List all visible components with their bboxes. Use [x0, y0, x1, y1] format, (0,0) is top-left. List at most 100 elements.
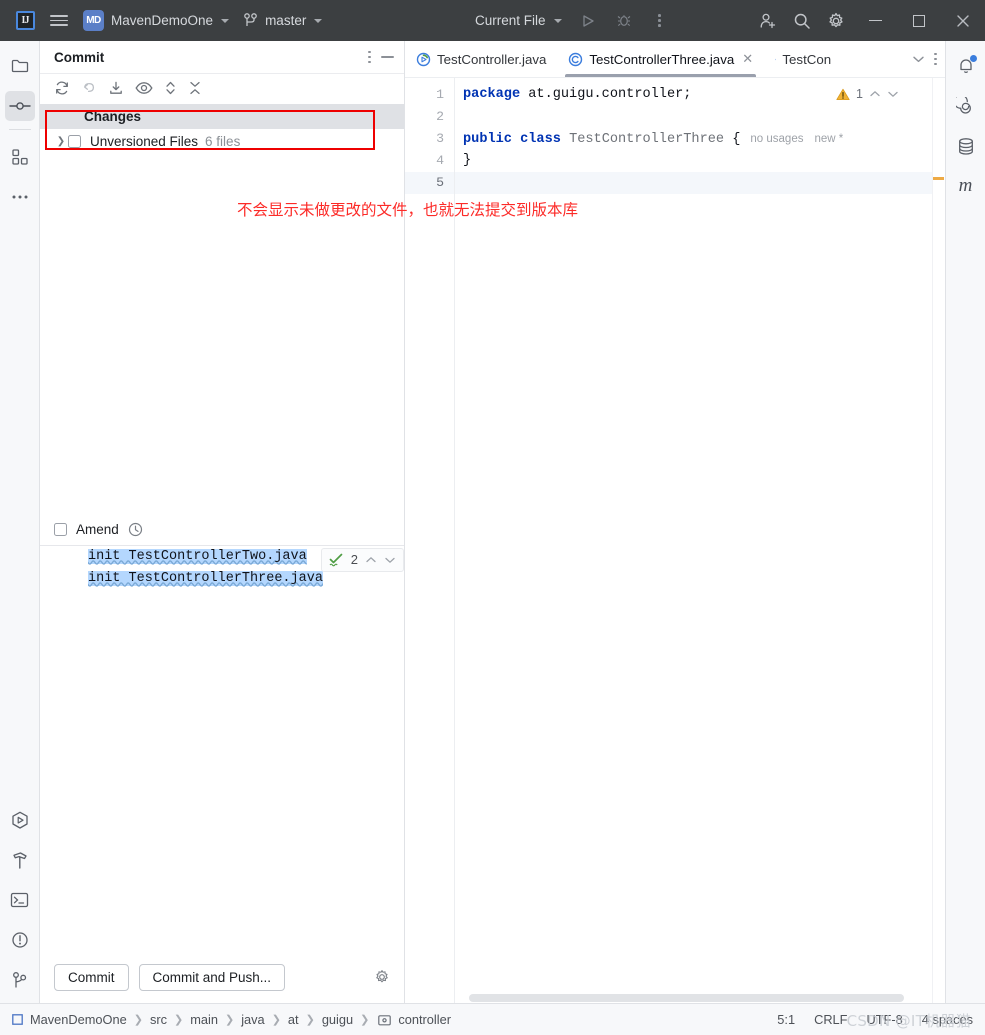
main-menu-button[interactable] — [42, 4, 76, 38]
ide-window: IJ MD MavenDemoOne master Current File m… — [0, 0, 985, 1035]
commit-button[interactable]: Commit — [54, 963, 129, 991]
sidebar-item-git[interactable] — [5, 965, 35, 995]
gear-icon — [376, 970, 388, 983]
rollback-button[interactable] — [81, 80, 97, 96]
editor-tab-testcontroller[interactable]: TestController.java — [405, 41, 557, 77]
left-tool-strip — [0, 41, 40, 1003]
editor-area: TestController.java TestControllerThree.… — [405, 41, 945, 1003]
more-vertical-icon[interactable] — [934, 52, 937, 66]
code-line-3: public class TestControllerThree {no usa… — [463, 132, 844, 147]
update-project-button[interactable] — [108, 80, 124, 96]
inlay-hint-author[interactable]: new * — [814, 133, 843, 145]
minimize-window-button[interactable] — [853, 0, 897, 41]
expand-collapse-icon — [166, 81, 175, 94]
close-icon[interactable]: ✕ — [742, 51, 753, 67]
expand-collapse-button[interactable] — [164, 80, 177, 96]
scrollbar-thumb[interactable] — [469, 994, 904, 1002]
unversioned-files-checkbox[interactable] — [68, 135, 81, 148]
chevron-down-icon — [553, 18, 562, 23]
unversioned-files-node[interactable]: ❯ Unversioned Files 6 files — [40, 129, 404, 154]
sidebar-item-ai-assistant[interactable] — [951, 91, 981, 121]
sidebar-item-commit[interactable] — [4, 91, 35, 121]
breadcrumb-separator: ❯ — [133, 1014, 143, 1026]
maximize-window-button[interactable] — [897, 0, 941, 41]
close-window-button[interactable] — [941, 0, 985, 41]
debug-button[interactable] — [607, 4, 641, 38]
chevron-down-icon[interactable] — [887, 89, 899, 99]
sidebar-item-run[interactable] — [5, 805, 35, 835]
ij-logo-button[interactable]: IJ — [8, 4, 42, 38]
commit-settings-button[interactable] — [374, 969, 390, 985]
breadcrumb-separator: ❯ — [360, 1014, 370, 1026]
line-number: 2 — [436, 109, 444, 124]
chevron-up-icon[interactable] — [869, 89, 881, 99]
amend-row: Amend — [40, 515, 404, 545]
chevron-up-icon[interactable] — [365, 555, 377, 565]
show-diff-button[interactable] — [135, 81, 153, 95]
inspection-warning-count: 1 — [856, 87, 863, 101]
chevron-down-icon[interactable] — [912, 54, 925, 64]
sidebar-item-structure[interactable] — [5, 142, 35, 172]
more-vertical-icon[interactable] — [368, 50, 371, 64]
sidebar-item-terminal[interactable] — [5, 885, 35, 915]
minimize-icon[interactable] — [381, 56, 394, 58]
spellcheck-widget: 2 — [320, 547, 404, 572]
line-separator[interactable]: CRLF — [814, 1012, 847, 1027]
run-config-name: Current File — [475, 13, 546, 28]
strip-divider — [8, 129, 31, 130]
search-everywhere-button[interactable] — [785, 4, 819, 38]
sidebar-item-maven[interactable]: m — [951, 171, 981, 201]
settings-button[interactable] — [819, 4, 853, 38]
line-number: 1 — [436, 87, 444, 102]
commit-message-history-button[interactable] — [128, 522, 143, 537]
commit-message-field[interactable]: init TestControllerTwo.java init TestCon… — [40, 544, 404, 591]
watermark: CSDN @IT机器猫 — [846, 1012, 971, 1030]
inlay-hint-usages[interactable]: no usages — [750, 133, 803, 145]
commit-and-push-button[interactable]: Commit and Push... — [138, 963, 286, 991]
more-vertical-icon — [658, 14, 661, 27]
collapse-all-icon — [190, 81, 200, 94]
maven-m-icon: m — [958, 175, 973, 196]
package-folder-icon — [378, 1014, 392, 1025]
collapse-all-button[interactable] — [188, 80, 202, 96]
changes-node[interactable]: Changes — [40, 104, 404, 129]
breadcrumb-item[interactable]: at — [288, 1012, 299, 1027]
refresh-changes-button[interactable] — [54, 80, 70, 96]
chevron-right-icon[interactable]: ❯ — [54, 136, 68, 147]
breadcrumb-item[interactable]: java — [241, 1012, 264, 1027]
error-stripe-gutter[interactable] — [932, 78, 945, 1003]
breadcrumb-item[interactable]: controller — [398, 1012, 451, 1027]
breadcrumb-item[interactable]: guigu — [322, 1012, 353, 1027]
caret-position[interactable]: 5:1 — [777, 1012, 795, 1027]
editor-horizontal-scrollbar[interactable] — [455, 993, 932, 1003]
amend-checkbox[interactable] — [54, 523, 67, 536]
sidebar-item-database[interactable] — [951, 131, 981, 161]
project-selector[interactable]: MD MavenDemoOne — [76, 4, 236, 38]
chevron-down-icon[interactable] — [384, 555, 396, 565]
commit-panel-header: Commit — [40, 41, 404, 74]
run-more-button[interactable] — [643, 4, 677, 38]
editor-tab-testcontrollerthree[interactable]: TestControllerThree.java ✕ — [557, 41, 764, 77]
git-branch-icon — [244, 13, 257, 26]
sidebar-item-more[interactable] — [5, 182, 35, 212]
breadcrumb: MavenDemoOne ❯ src ❯ main ❯ java ❯ at ❯ … — [12, 1012, 451, 1027]
sidebar-item-problems[interactable] — [5, 925, 35, 955]
inspection-widget[interactable]: 1 — [836, 84, 899, 104]
editor-tab-testcon[interactable]: TestCon — [764, 41, 842, 77]
download-icon — [110, 81, 122, 94]
breadcrumb-item[interactable]: src — [150, 1012, 167, 1027]
breadcrumb-item[interactable]: MavenDemoOne — [30, 1012, 127, 1027]
run-configuration-selector[interactable]: Current File — [468, 4, 569, 38]
maximize-icon — [913, 14, 925, 27]
code-with-me-button[interactable] — [751, 4, 785, 38]
error-stripe-warning-mark[interactable] — [933, 177, 944, 180]
sidebar-item-project[interactable] — [5, 51, 35, 81]
breadcrumb-item[interactable]: main — [190, 1012, 218, 1027]
sidebar-item-notifications[interactable] — [951, 51, 981, 81]
run-button[interactable] — [571, 4, 605, 38]
hamburger-icon — [50, 15, 68, 26]
branch-selector[interactable]: master — [236, 4, 329, 38]
project-badge-icon: MD — [83, 10, 104, 31]
sidebar-item-build[interactable] — [5, 845, 35, 875]
